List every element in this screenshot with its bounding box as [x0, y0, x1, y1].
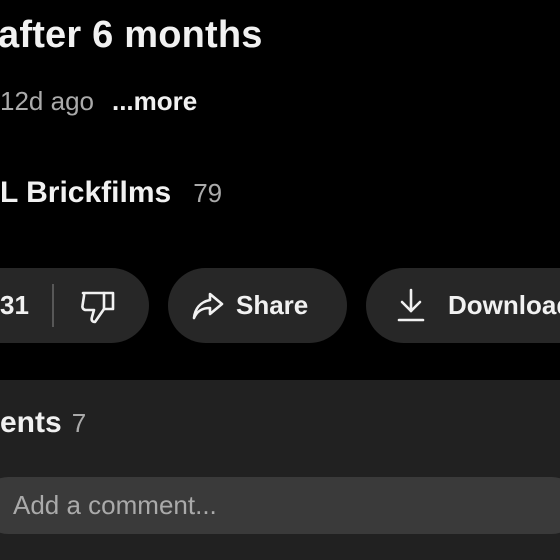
- share-arrow-icon: [192, 291, 224, 321]
- thumbs-down-icon[interactable]: [80, 289, 118, 325]
- download-icon: [396, 288, 426, 322]
- share-button[interactable]: Share: [168, 268, 347, 343]
- video-meta-row: 12d ago ...more: [0, 84, 197, 118]
- video-title: after 6 months: [0, 14, 263, 56]
- share-label: Share: [236, 290, 309, 320]
- comments-header[interactable]: ents 7: [0, 406, 86, 446]
- like-dislike-divider: [52, 284, 54, 327]
- more-description-link[interactable]: ...more: [112, 86, 197, 117]
- download-button[interactable]: Download: [366, 268, 560, 343]
- like-dislike-button-group: 31: [0, 268, 149, 343]
- like-button[interactable]: 31: [0, 290, 29, 321]
- channel-name[interactable]: L Brickfilms: [0, 176, 171, 210]
- comments-label: ents: [0, 406, 62, 439]
- upload-age: 12d ago: [0, 85, 94, 116]
- video-details-page: after 6 months 12d ago ...more L Brickfi…: [0, 0, 560, 560]
- channel-row[interactable]: L Brickfilms 79: [0, 173, 222, 213]
- subscriber-count: 79: [193, 177, 223, 208]
- download-label: Download: [448, 290, 560, 320]
- comments-count: 7: [71, 408, 87, 438]
- add-comment-input[interactable]: [0, 477, 560, 534]
